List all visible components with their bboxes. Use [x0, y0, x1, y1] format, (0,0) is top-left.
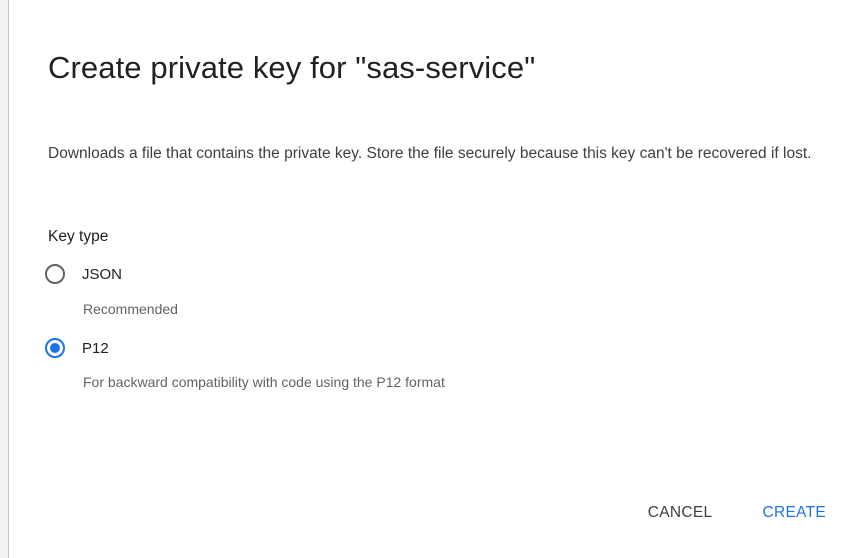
cancel-button[interactable]: CANCEL [648, 504, 713, 522]
json-radio-button[interactable] [45, 264, 65, 284]
create-key-dialog: Create private key for "sas-service" Dow… [10, 0, 860, 558]
json-option-hint: Recommended [83, 301, 178, 317]
key-type-label: Key type [48, 228, 109, 245]
dialog-actions: CANCEL CREATE [648, 504, 826, 522]
key-type-option-json[interactable]: JSON [45, 264, 122, 284]
key-type-option-p12[interactable]: P12 [45, 338, 109, 358]
page: Create private key for "sas-service" Dow… [0, 0, 860, 558]
radio-selected-dot [50, 343, 60, 353]
dialog-title: Create private key for "sas-service" [48, 50, 536, 85]
dialog-description: Downloads a file that contains the priva… [48, 145, 812, 162]
p12-option-hint: For backward compatibility with code usi… [83, 374, 445, 390]
json-option-label[interactable]: JSON [82, 266, 122, 283]
background-page-edge [0, 0, 9, 558]
p12-option-label[interactable]: P12 [82, 340, 109, 357]
create-button[interactable]: CREATE [762, 504, 826, 522]
p12-radio-button[interactable] [45, 338, 65, 358]
